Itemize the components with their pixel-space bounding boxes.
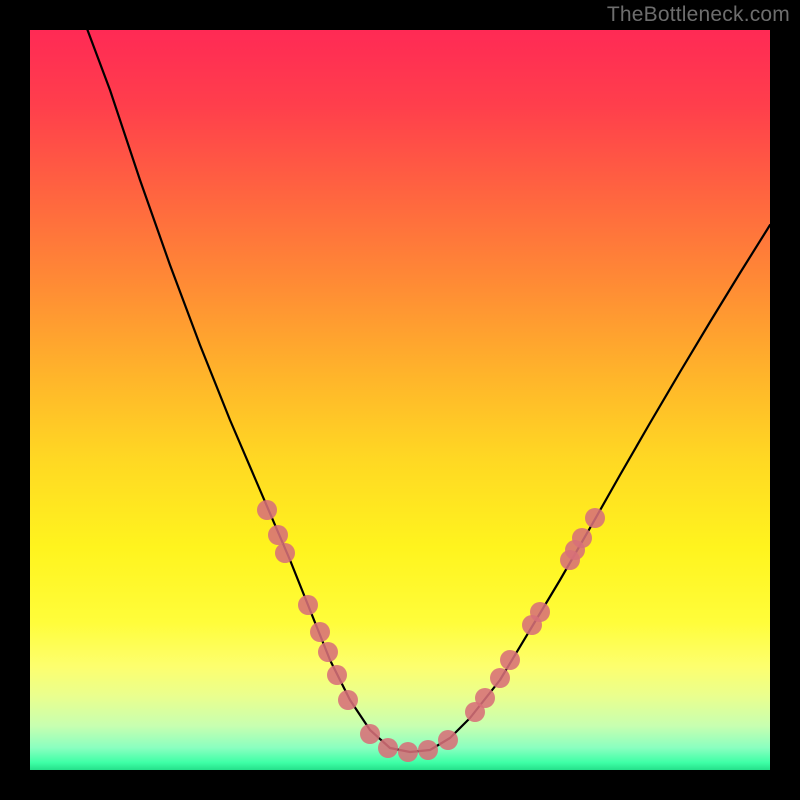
watermark-text: TheBottleneck.com: [607, 3, 790, 27]
highlight-markers: [257, 500, 605, 762]
chart-frame: TheBottleneck.com: [0, 0, 800, 800]
chart-svg: [30, 30, 770, 770]
bottleneck-curve: [80, 30, 770, 752]
plot-area: [30, 30, 770, 770]
